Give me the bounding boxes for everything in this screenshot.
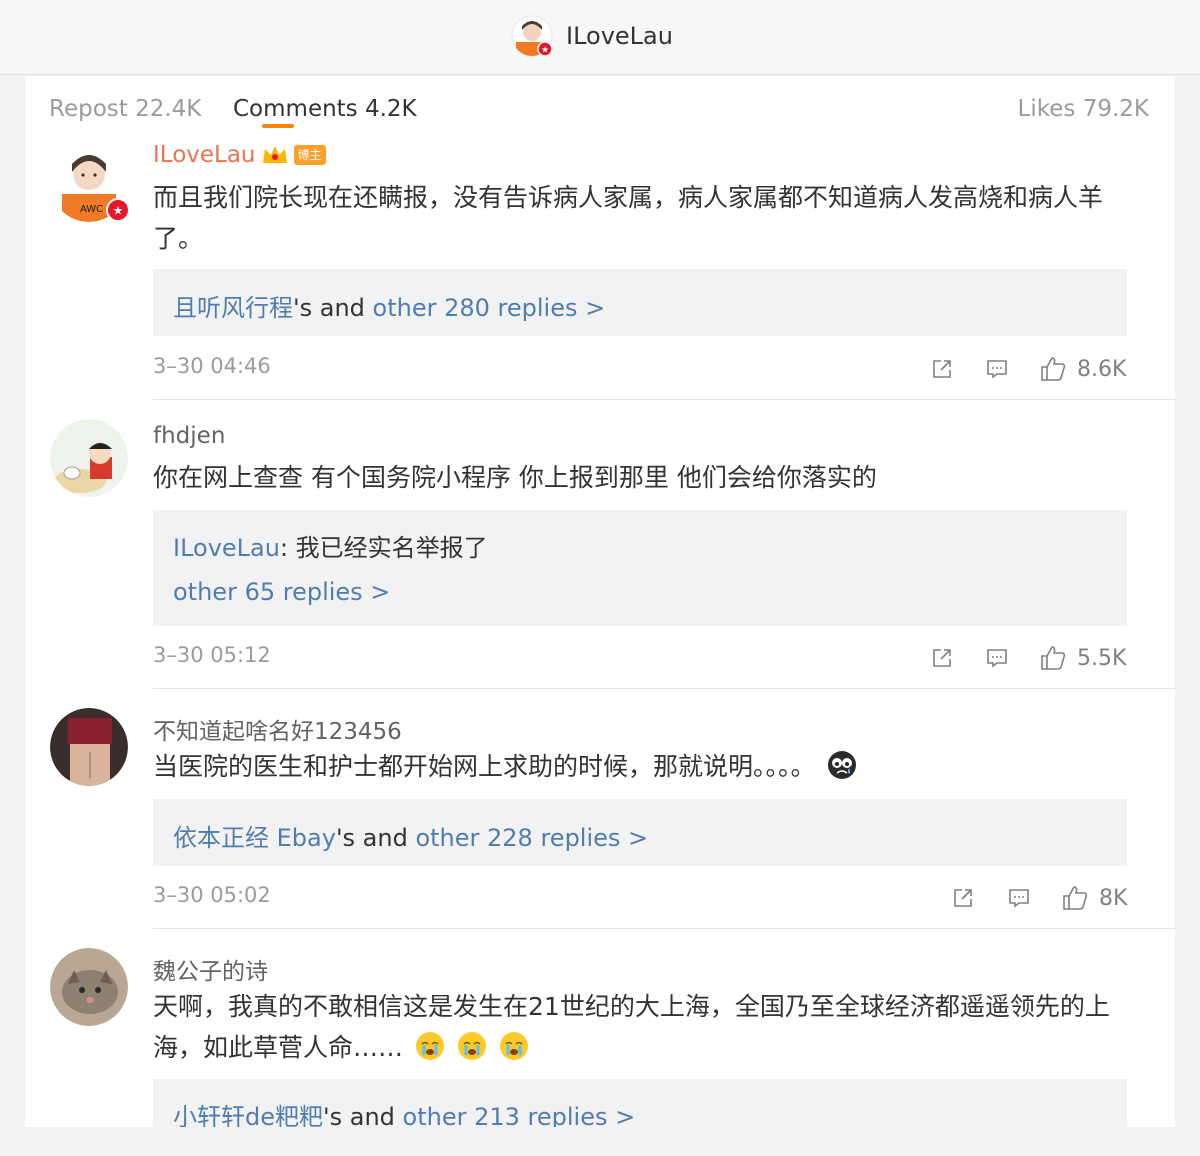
crying-emoji-icon — [457, 1032, 486, 1060]
reply-preview[interactable]: ILoveLau: 我已经实名举报了 other 65 replies > — [153, 510, 1127, 626]
reply-text: : 我已经实名举报了 — [279, 534, 488, 562]
reply-user-link[interactable]: ILoveLau — [173, 534, 280, 562]
reply-connector: 's and — [335, 824, 416, 852]
comment-text: 你在网上查查 有个国务院小程序 你上报到那里 他们会给你落实的 — [153, 463, 877, 492]
share-icon — [933, 649, 951, 667]
reply-button[interactable] — [1007, 883, 1031, 913]
reply-summary[interactable]: 依本正经 Ebay's and other 228 replies > — [173, 818, 648, 853]
more-replies-link[interactable]: other 213 replies > — [403, 1103, 636, 1127]
comment-time: 3–30 05:12 — [153, 643, 271, 667]
comment-icon — [987, 360, 1007, 379]
like-icon — [1063, 886, 1088, 910]
like-icon — [1041, 357, 1066, 381]
share-button[interactable] — [930, 354, 954, 384]
share-button[interactable] — [951, 883, 975, 913]
tab-likes[interactable]: Likes 79.2K — [1018, 96, 1149, 122]
comment-text-row: 天啊，我真的不敢相信这是发生在21世纪的大上海，全国乃至全球经济都遥遥领先的上海… — [153, 986, 1128, 1068]
divider — [153, 688, 1175, 689]
avatar[interactable] — [50, 419, 128, 497]
comment-meta: 3–30 05:12 5.5K — [153, 643, 1128, 673]
like-count: 8.6K — [1077, 356, 1127, 382]
comment-time: 3–30 05:02 — [153, 883, 271, 907]
reply-summary[interactable]: 小轩轩de粑粑's and other 213 replies > — [173, 1097, 635, 1127]
comment-meta: 3–30 05:02 8K — [153, 883, 1128, 913]
reply-summary[interactable]: other 65 replies > — [173, 578, 390, 606]
tab-comments[interactable]: Comments 4.2K — [233, 96, 417, 122]
reply-connector: 's and — [323, 1103, 403, 1127]
crying-emoji-icon — [415, 1032, 444, 1060]
reply-user-link[interactable]: 且听风行程 — [173, 294, 293, 322]
comments-sheet: Repost 22.4K Comments 4.2K Likes 79.2K A… — [25, 76, 1175, 1127]
comment-text-row: 当医院的医生和护士都开始网上求助的时候，那就说明。。。。 — [153, 746, 1128, 787]
author-name[interactable]: 魏公子的诗 — [153, 952, 268, 986]
reply-preview[interactable]: 依本正经 Ebay's and other 228 replies > — [153, 799, 1127, 866]
svg-text:★: ★ — [113, 204, 124, 218]
reply-preview[interactable]: 且听风行程's and other 280 replies > — [153, 269, 1127, 336]
share-icon — [933, 360, 951, 378]
svg-text:★: ★ — [541, 46, 549, 56]
reply-connector: 's and — [293, 294, 373, 322]
comment-icon — [1009, 889, 1029, 908]
comment-author[interactable]: 魏公子的诗 — [153, 952, 268, 986]
author-name[interactable]: 不知道起啥名好123456 — [153, 712, 402, 746]
share-icon — [954, 889, 972, 907]
comment-text: 当医院的医生和护士都开始网上求助的时候，那就说明。。。。 — [153, 752, 816, 781]
comment-author[interactable]: 不知道起啥名好123456 — [153, 712, 402, 746]
comment-meta: 3–30 04:46 8.6K — [153, 354, 1128, 384]
divider — [153, 399, 1175, 400]
more-replies-link[interactable]: other 280 replies > — [373, 294, 606, 322]
sad-emoji-icon — [828, 751, 857, 779]
author-badge: 博主 — [293, 145, 326, 165]
svg-text:AWC: AWC — [80, 204, 103, 215]
avatar[interactable] — [50, 948, 128, 1026]
comment-text: 天啊，我真的不敢相信这是发生在21世纪的大上海，全国乃至全球经济都遥遥领先的上海… — [153, 992, 1110, 1062]
reply-button[interactable] — [985, 643, 1009, 673]
active-tab-indicator — [262, 124, 294, 128]
like-button[interactable]: 8.6K — [1039, 354, 1126, 384]
verified-icon: ★ — [106, 198, 130, 222]
like-button[interactable]: 8K — [1061, 883, 1127, 913]
author-name[interactable]: ILoveLau — [153, 142, 256, 168]
reply-summary[interactable]: 且听风行程's and other 280 replies > — [173, 288, 605, 323]
crying-emoji-icon — [499, 1032, 528, 1060]
comment-time: 3–30 04:46 — [153, 354, 271, 378]
like-button[interactable]: 5.5K — [1039, 643, 1126, 673]
more-replies-link[interactable]: other 228 replies > — [415, 824, 648, 852]
like-count: 8K — [1099, 885, 1128, 911]
comment-author[interactable]: fhdjen — [153, 423, 225, 449]
more-replies-link[interactable]: other 65 replies > — [173, 578, 390, 606]
comment-author[interactable]: ILoveLau 博主 — [153, 142, 326, 168]
author-name[interactable]: fhdjen — [153, 423, 225, 449]
divider — [153, 928, 1175, 929]
reply-preview[interactable]: 小轩轩de粑粑's and other 213 replies > — [153, 1079, 1127, 1127]
comment-text: 而且我们院长现在还瞒报，没有告诉病人家属，病人家属都不知道病人发高烧和病人羊了。 — [153, 183, 1104, 253]
tab-bar: Repost 22.4K Comments 4.2K Likes 79.2K — [25, 76, 1175, 146]
comment-icon — [987, 649, 1007, 668]
reply-user-link[interactable]: 小轩轩de粑粑 — [173, 1103, 323, 1127]
avatar[interactable] — [50, 708, 128, 786]
share-button[interactable] — [930, 643, 954, 673]
tab-repost[interactable]: Repost 22.4K — [49, 96, 201, 122]
like-icon — [1041, 646, 1066, 670]
reply-button[interactable] — [985, 354, 1009, 384]
top-bar: ★ ILoveLau — [0, 0, 1200, 75]
reply-item[interactable]: ILoveLau: 我已经实名举报了 — [173, 528, 488, 563]
crown-icon — [262, 146, 287, 163]
header-user[interactable]: ★ ILoveLau — [510, 14, 673, 58]
like-count: 5.5K — [1077, 645, 1127, 671]
reply-user-link[interactable]: 依本正经 Ebay — [173, 824, 336, 852]
page-title: ILoveLau — [566, 22, 673, 50]
header-avatar[interactable]: ★ — [510, 14, 554, 58]
